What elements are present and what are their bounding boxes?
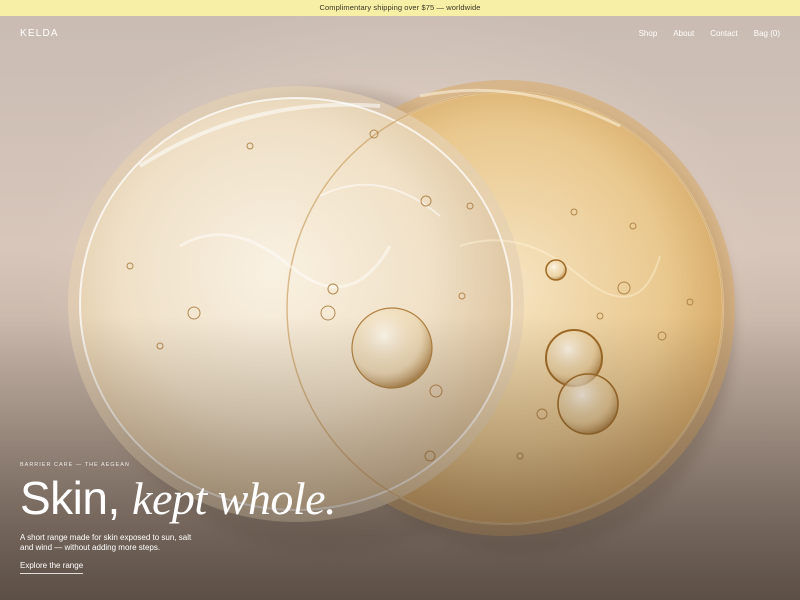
nav-contact-link[interactable]: Contact [710,29,738,38]
brand-logo[interactable]: KELDA [20,28,59,39]
nav-shop-link[interactable]: Shop [639,29,658,38]
hero-eyebrow: BARRIER CARE — THE AEGEAN [20,462,130,468]
hero-subtext: A short range made for skin exposed to s… [20,533,192,552]
top-nav: KELDA Shop About Contact Bag (0) [0,16,800,52]
headline-italic: kept whole. [132,473,337,524]
hero-headline: Skin, kept whole. [20,472,380,525]
nav-links: Shop About Contact Bag (0) [639,29,780,38]
hero-copy: BARRIER CARE — THE AEGEAN Skin, kept who… [20,462,380,574]
nav-bag-link[interactable]: Bag (0) [754,29,780,38]
announcement-text: Complimentary shipping over $75 — worldw… [319,3,481,12]
headline-plain: Skin, [20,472,120,524]
nav-about-link[interactable]: About [673,29,694,38]
explore-range-link[interactable]: Explore the range [20,561,84,574]
announcement-bar: Complimentary shipping over $75 — worldw… [0,0,800,16]
